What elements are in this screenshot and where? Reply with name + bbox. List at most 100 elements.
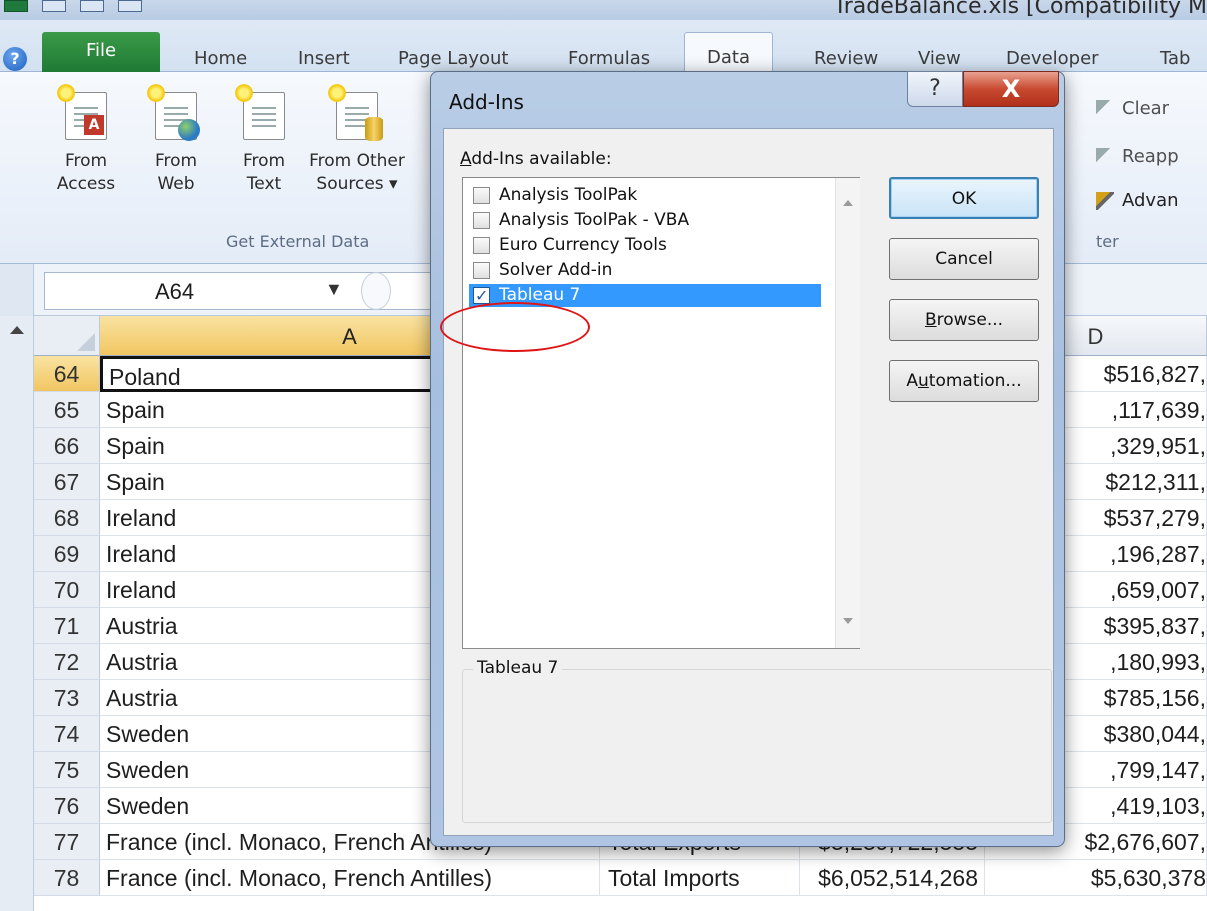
cell-c[interactable]: $6,052,514,268 <box>800 860 985 896</box>
table-row: 78 France (incl. Monaco, French Antilles)… <box>34 860 1207 896</box>
from-other-sources-label: From Other Sources ▾ <box>309 151 405 194</box>
access-document-icon: A <box>56 83 107 140</box>
scroll-down-arrow-icon[interactable] <box>843 618 853 624</box>
checkbox[interactable] <box>473 187 490 204</box>
row-header[interactable]: 71 <box>34 608 100 644</box>
add-ins-dialog: Add-Ins ? X Add-Ins available: Analysis … <box>430 71 1065 847</box>
window-title: TradeBalance.xls [Compatibility M <box>833 0 1207 19</box>
from-other-sources-button[interactable]: From Other Sources ▾ <box>302 83 412 196</box>
scroll-up-arrow-icon[interactable] <box>843 200 853 206</box>
from-web-label: From Web <box>154 151 198 194</box>
row-header[interactable]: 76 <box>34 788 100 824</box>
add-ins-listbox[interactable]: Analysis ToolPak Analysis ToolPak - VBA Eu… <box>462 177 860 649</box>
name-box-dropdown-icon[interactable]: ▼ <box>325 279 343 300</box>
clear-label: Clear <box>1122 98 1170 119</box>
row-header[interactable]: 65 <box>34 392 100 428</box>
tab-view[interactable]: View <box>918 48 961 69</box>
dialog-help-button[interactable]: ? <box>907 71 963 107</box>
clear-filter-icon <box>1096 99 1114 118</box>
reapply-label: Reapp <box>1122 146 1179 167</box>
clear-button[interactable]: Clear <box>1096 98 1169 119</box>
checkbox[interactable] <box>473 284 490 307</box>
advanced-button[interactable]: Advan <box>1096 190 1179 211</box>
from-web-button[interactable]: From Web <box>136 83 216 196</box>
formula-bar-gutter <box>0 264 34 316</box>
select-all-corner[interactable] <box>34 316 100 356</box>
quick-access-toolbar <box>4 0 142 14</box>
help-icon[interactable]: ? <box>3 47 27 71</box>
group-label-get-external-data: Get External Data <box>226 232 370 251</box>
cell-a[interactable]: France (incl. Monaco, French Antilles) <box>100 860 600 896</box>
row-header[interactable]: 70 <box>34 572 100 608</box>
listbox-scrollbar[interactable] <box>835 178 860 648</box>
browse-button[interactable]: Browse... <box>889 299 1039 341</box>
cell-b[interactable]: Total Imports <box>600 860 800 896</box>
add-in-list-item[interactable]: Solver Add-in <box>469 259 821 282</box>
row-header[interactable]: 69 <box>34 536 100 572</box>
row-header[interactable]: 68 <box>34 500 100 536</box>
tab-insert[interactable]: Insert <box>298 48 350 69</box>
tab-developer[interactable]: Developer <box>1006 48 1099 69</box>
help-icon: ? <box>929 76 941 101</box>
cancel-button[interactable]: Cancel <box>889 238 1039 280</box>
advanced-filter-icon <box>1096 191 1114 210</box>
add-in-list-item[interactable]: Euro Currency Tools <box>469 234 821 257</box>
scroll-up-icon[interactable] <box>10 326 24 334</box>
tab-table-tools[interactable]: Tab <box>1160 48 1190 69</box>
text-document-icon <box>234 83 285 140</box>
name-box-value: A64 <box>155 279 195 304</box>
group-label-sort-filter: ter <box>1096 232 1119 251</box>
undo-icon[interactable] <box>80 0 104 12</box>
from-text-button[interactable]: From Text <box>224 83 304 196</box>
checkbox[interactable] <box>473 262 490 279</box>
add-in-description-group: Tableau 7 <box>462 658 1052 823</box>
sheet-left-gutter <box>0 316 34 911</box>
add-in-label: Analysis ToolPak - VBA <box>499 210 690 230</box>
add-in-label: Analysis ToolPak <box>499 185 638 205</box>
formula-bar-splitter[interactable] <box>361 272 391 310</box>
tab-review[interactable]: Review <box>814 48 878 69</box>
from-text-label: From Text <box>242 151 286 194</box>
save-icon[interactable] <box>42 0 66 12</box>
row-header[interactable]: 67 <box>34 464 100 500</box>
from-access-label: From Access <box>56 151 116 194</box>
row-header[interactable]: 64 <box>34 356 100 392</box>
ribbon-tab-bar: ? File Home Insert Page Layout Formulas … <box>0 20 1207 73</box>
title-bar: TradeBalance.xls [Compatibility M <box>0 0 1207 20</box>
add-in-list-item[interactable]: Analysis ToolPak <box>469 184 821 207</box>
advanced-label: Advan <box>1122 190 1179 211</box>
row-header[interactable]: 77 <box>34 824 100 860</box>
redo-icon[interactable] <box>118 0 142 12</box>
name-box[interactable]: A64 ▼ <box>44 272 434 310</box>
reapply-filter-icon <box>1096 147 1114 166</box>
annotation-circle <box>440 302 590 352</box>
dialog-title: Add-Ins <box>449 90 524 114</box>
row-header[interactable]: 78 <box>34 860 100 896</box>
row-header[interactable]: 73 <box>34 680 100 716</box>
row-header[interactable]: 74 <box>34 716 100 752</box>
row-header[interactable]: 66 <box>34 428 100 464</box>
from-access-button[interactable]: A From Access <box>46 83 126 196</box>
cell-d[interactable]: $5,630,378 <box>985 860 1207 896</box>
tab-home[interactable]: Home <box>194 48 247 69</box>
tab-data[interactable]: Data <box>684 32 773 73</box>
automation-button[interactable]: Automation... <box>889 360 1039 402</box>
add-in-list-item[interactable]: Analysis ToolPak - VBA <box>469 209 821 232</box>
reapply-button[interactable]: Reapp <box>1096 146 1179 167</box>
checkbox[interactable] <box>473 212 490 229</box>
web-document-icon <box>146 83 200 141</box>
close-icon: X <box>1001 75 1021 103</box>
dialog-body: Add-Ins available: Analysis ToolPak Analy… <box>443 128 1054 836</box>
add-in-description-title: Tableau 7 <box>473 658 563 678</box>
add-in-label: Solver Add-in <box>499 260 613 280</box>
checkbox[interactable] <box>473 237 490 254</box>
row-header[interactable]: 72 <box>34 644 100 680</box>
dialog-close-button[interactable]: X <box>963 71 1059 107</box>
tab-formulas[interactable]: Formulas <box>568 48 650 69</box>
tab-page-layout[interactable]: Page Layout <box>398 48 509 69</box>
row-header[interactable]: 75 <box>34 752 100 788</box>
ok-button[interactable]: OK <box>889 177 1039 219</box>
excel-logo-icon <box>4 0 28 12</box>
tab-file[interactable]: File <box>42 32 160 72</box>
other-sources-document-icon <box>327 83 383 141</box>
